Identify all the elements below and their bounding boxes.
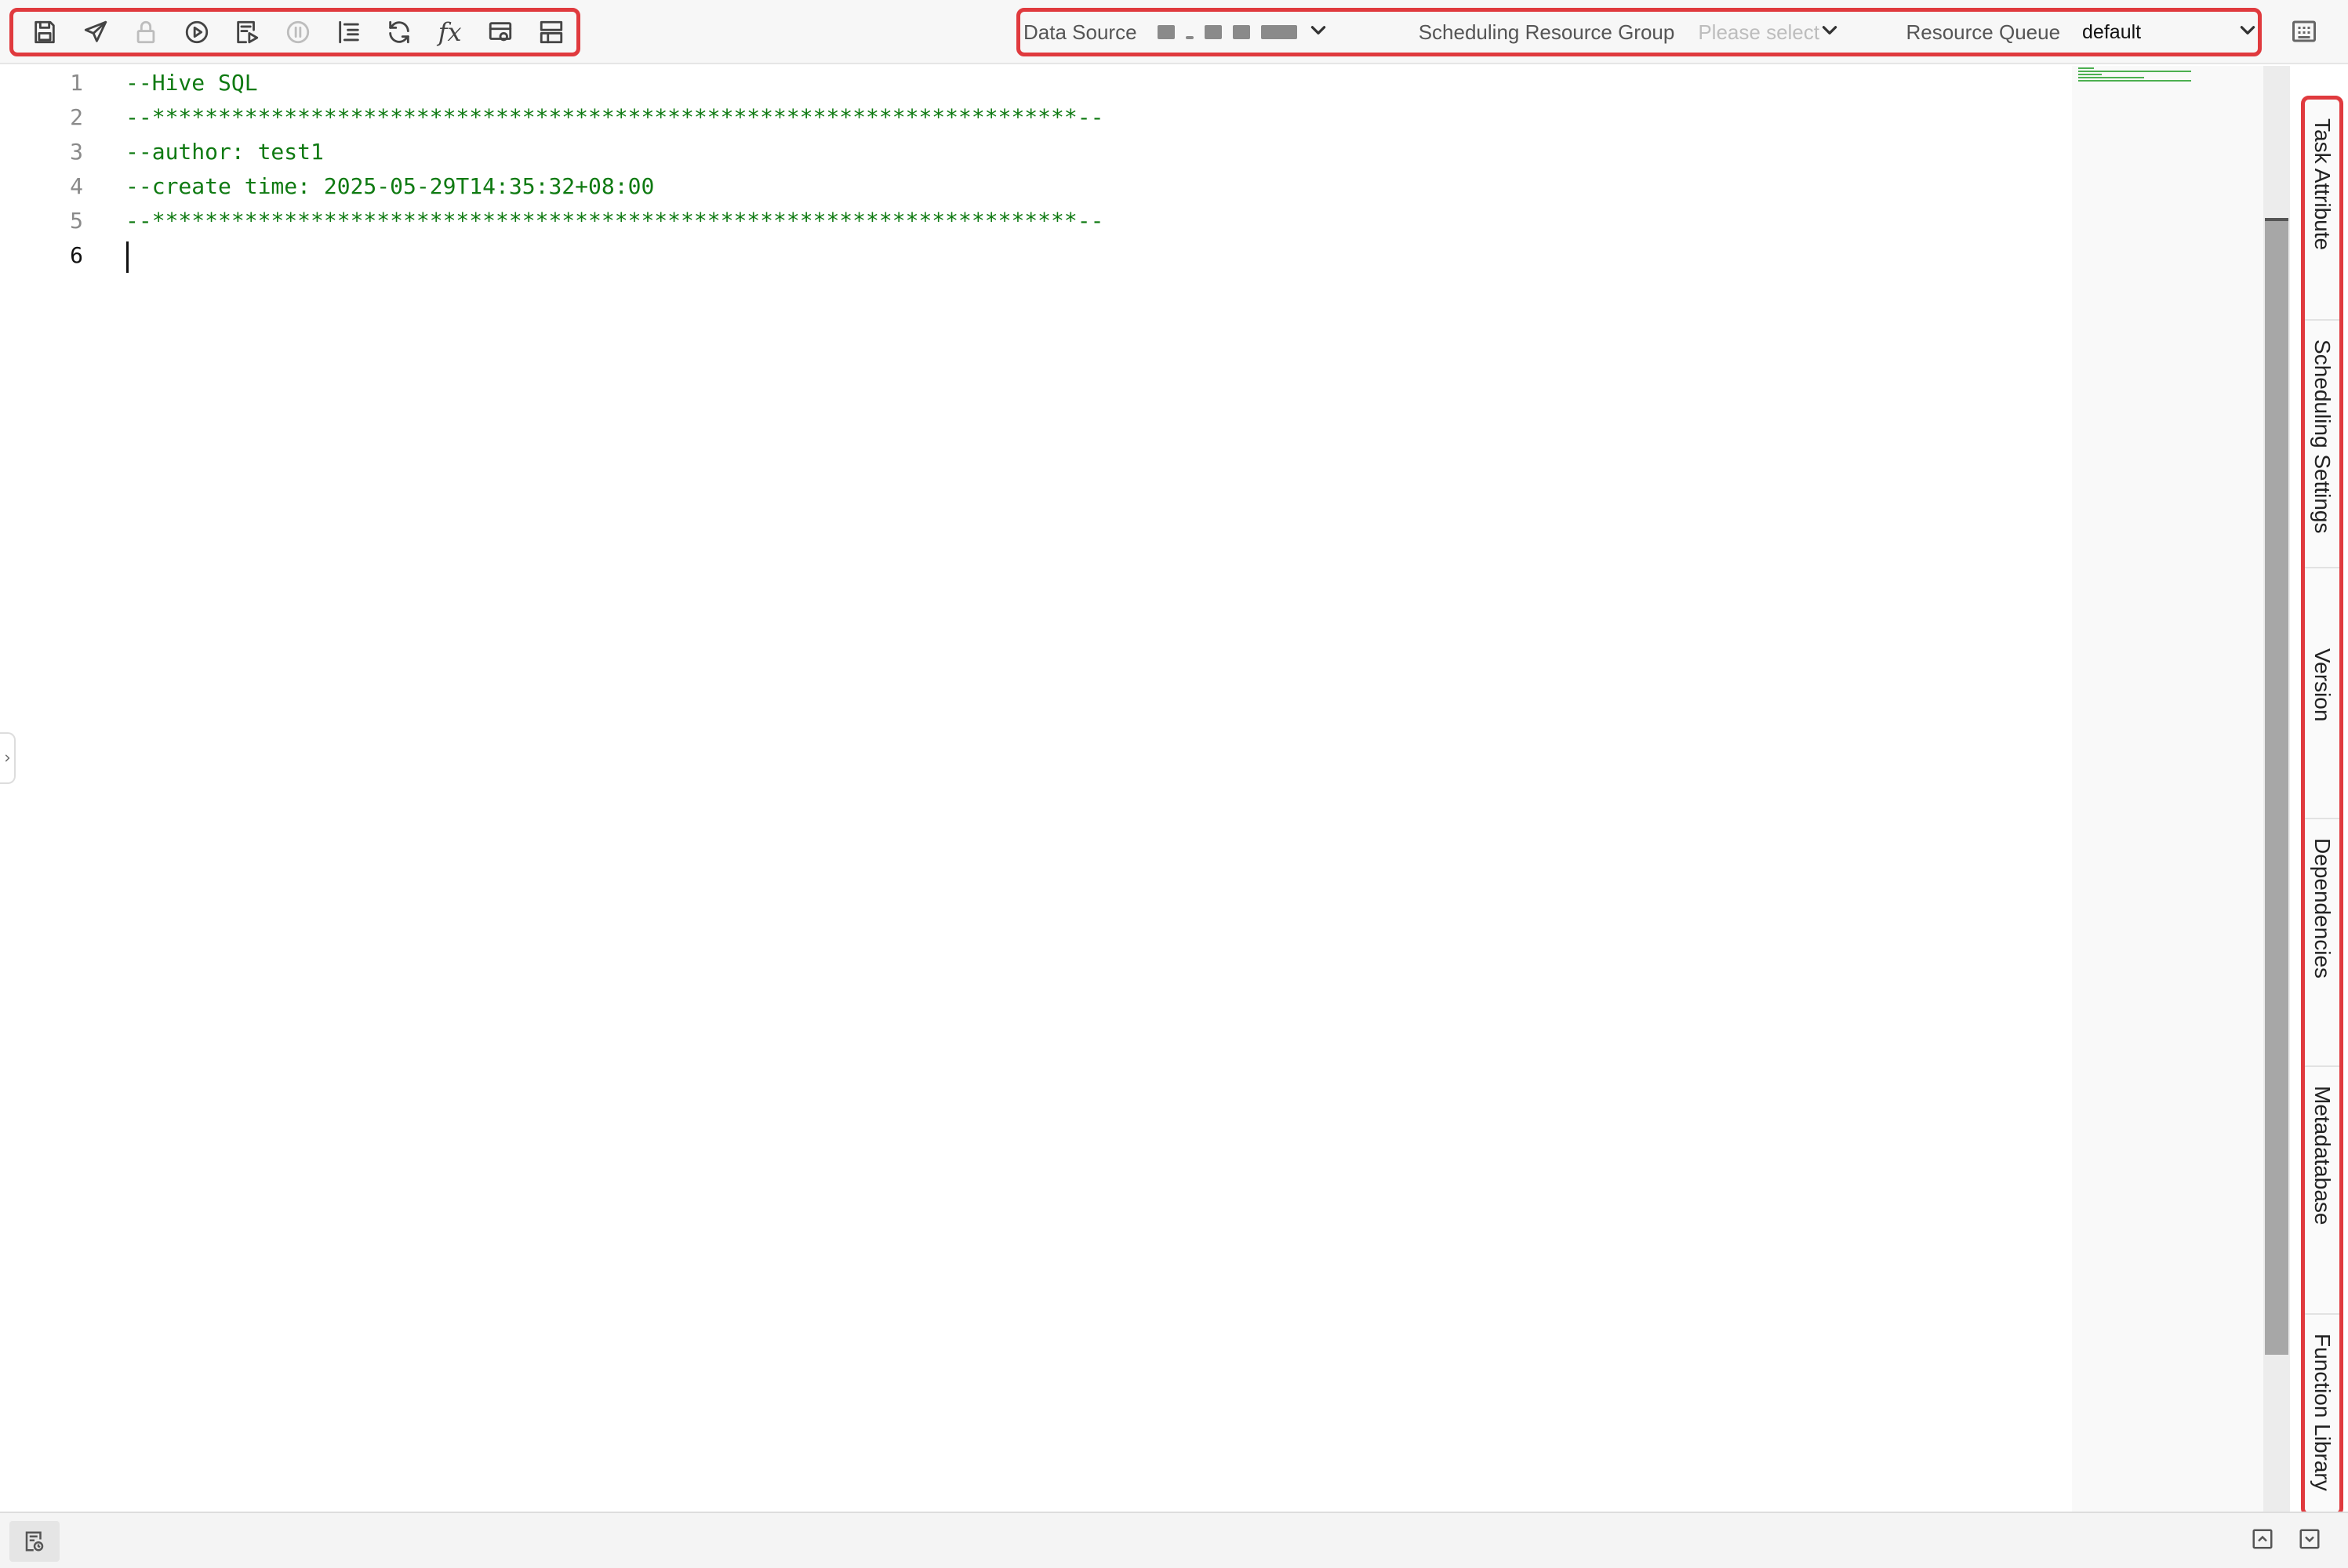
line-number: 2 — [70, 104, 83, 130]
code-line: 4 --create time: 2025-05-29T14:35:32+08:… — [0, 169, 2039, 204]
tab-dependencies[interactable]: Dependencies — [2305, 819, 2339, 1067]
submit-button[interactable] — [71, 12, 122, 53]
code-minimap[interactable] — [2072, 66, 2263, 1512]
minimap-line — [2078, 67, 2094, 69]
tab-label: Scheduling Settings — [2310, 339, 2335, 534]
run-icon — [185, 20, 209, 44]
line-number: 6 — [70, 242, 83, 268]
tab-label: Task Attribute — [2310, 118, 2335, 251]
resource-queue-value: default — [2082, 20, 2142, 43]
code-text: --**************************************… — [125, 104, 1104, 130]
format-button[interactable] — [323, 12, 374, 53]
params-icon — [489, 22, 512, 42]
layout-icon — [540, 20, 562, 44]
layout-button[interactable] — [525, 12, 576, 53]
data-source-label: Data Source — [1023, 20, 1137, 44]
save-button[interactable] — [20, 12, 71, 53]
line-number: 4 — [70, 173, 83, 199]
chevron-up-icon — [2252, 1529, 2273, 1549]
chevron-down-icon — [2237, 20, 2258, 45]
line-number: 5 — [70, 208, 83, 234]
code-text: --Hive SQL — [125, 70, 258, 96]
minimap-line — [2078, 77, 2144, 78]
chevron-down-icon — [2299, 1529, 2320, 1549]
tab-version[interactable]: Version — [2305, 568, 2339, 819]
submit-icon — [84, 20, 107, 42]
scheduling-resource-group-placeholder: Please select — [1698, 20, 1819, 44]
lock-icon — [137, 20, 155, 44]
params-button[interactable] — [475, 12, 526, 53]
redacted-value — [1260, 25, 1297, 39]
scrollbar-cursor-marker — [2265, 218, 2288, 221]
stop-button[interactable] — [273, 12, 324, 53]
editor-tools: fx — [9, 8, 580, 56]
tab-label: Function Library — [2310, 1334, 2335, 1491]
resource-queue-select[interactable]: default — [2082, 20, 2258, 45]
chevron-down-icon — [1308, 20, 1328, 45]
grid-icon — [2292, 20, 2316, 42]
code-line: 3 --author: test1 — [0, 135, 2039, 169]
console-toggle-button[interactable] — [9, 1521, 60, 1562]
code-text: --**************************************… — [125, 208, 1104, 234]
tab-task-attribute[interactable]: Task Attribute — [2305, 100, 2339, 321]
run-button[interactable] — [172, 12, 223, 53]
data-source-select[interactable] — [1157, 20, 1356, 45]
line-number: 1 — [70, 70, 83, 96]
collapse-panel-button[interactable] — [2298, 1527, 2321, 1551]
expand-left-panel-button[interactable] — [0, 732, 16, 784]
function-icon: fx — [438, 17, 462, 47]
scheduling-resource-group-select[interactable]: Please select — [1698, 20, 1840, 45]
code-line: 5 --************************************… — [0, 204, 2039, 238]
refresh-icon — [389, 20, 409, 44]
sql-editor[interactable]: 1 --Hive SQL 2 --***********************… — [0, 66, 2072, 1512]
chevron-down-icon — [1819, 20, 1840, 45]
code-text: --create time: 2025-05-29T14:35:32+08:00 — [125, 173, 655, 199]
lock-button[interactable] — [121, 12, 172, 53]
code-text: --author: test1 — [125, 139, 324, 165]
top-toolbar: fx Data Source Scheduling Resource Group… — [0, 0, 2348, 64]
run-step-icon — [237, 20, 259, 44]
code-line: 1 --Hive SQL — [0, 66, 2039, 100]
scrollbar-thumb[interactable] — [2265, 218, 2288, 1355]
redacted-value — [1157, 25, 1175, 39]
tab-scheduling-settings[interactable]: Scheduling Settings — [2305, 321, 2339, 568]
code-line-active: 6 — [0, 238, 2039, 273]
redacted-value — [1185, 36, 1194, 39]
console-icon — [25, 1531, 44, 1552]
grid-layout-button[interactable] — [2290, 17, 2318, 45]
tab-label: Version — [2310, 648, 2335, 722]
expand-panel-button[interactable] — [2251, 1527, 2274, 1551]
text-cursor — [126, 241, 129, 273]
bottom-status-bar — [0, 1512, 2348, 1568]
minimap-line — [2078, 74, 2102, 75]
chevron-right-icon — [5, 754, 10, 762]
tab-metadatabase[interactable]: Metadatabase — [2305, 1067, 2339, 1315]
right-side-tabs: Task Attribute Scheduling Settings Versi… — [2301, 96, 2343, 1516]
line-number: 3 — [70, 139, 83, 165]
redacted-value — [1204, 25, 1222, 39]
function-button[interactable]: fx — [424, 12, 475, 53]
redacted-value — [1232, 25, 1250, 39]
minimap-line — [2078, 71, 2191, 72]
save-icon — [35, 20, 56, 44]
refresh-button[interactable] — [374, 12, 425, 53]
tab-label: Dependencies — [2310, 838, 2335, 979]
format-icon — [338, 20, 359, 44]
stop-icon — [286, 20, 310, 44]
resource-queue-label: Resource Queue — [1906, 20, 2061, 44]
scheduling-resource-group-label: Scheduling Resource Group — [1418, 20, 1675, 44]
task-config-bar: Data Source Scheduling Resource Group Pl… — [1016, 8, 2262, 56]
run-step-button[interactable] — [222, 12, 273, 53]
code-line: 2 --************************************… — [0, 100, 2039, 135]
minimap-line — [2078, 80, 2191, 82]
tab-function-library[interactable]: Function Library — [2305, 1315, 2339, 1512]
tab-label: Metadatabase — [2310, 1086, 2335, 1225]
